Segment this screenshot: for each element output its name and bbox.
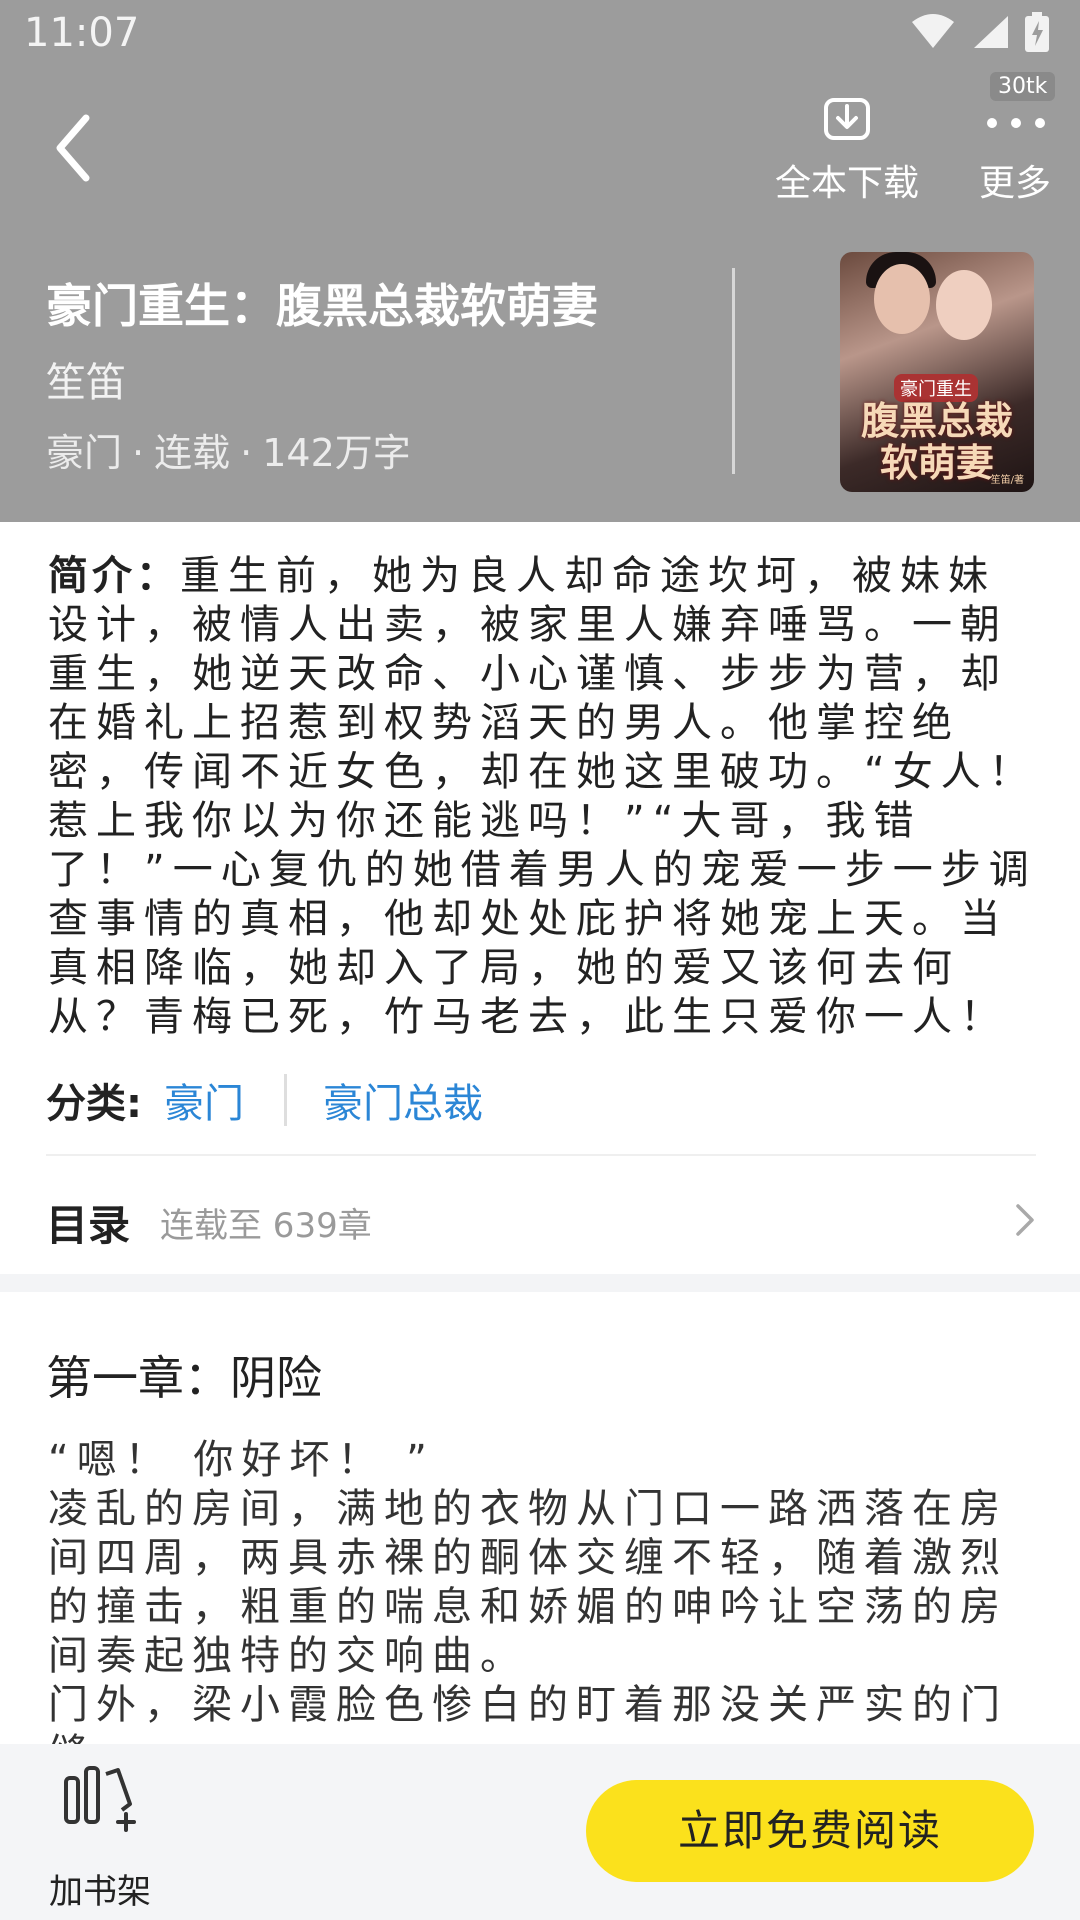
book-word-count: 142万字 <box>262 431 411 475</box>
summary-text: 重生前，她为良人却命途坎坷，被妹妹设计，被情人出卖，被家里人嫌弃唾骂。一朝重生，… <box>48 553 1037 1040</box>
book-genre: 豪门 <box>46 431 123 475</box>
more-dots-icon <box>986 114 1046 133</box>
book-author[interactable]: 笙笛 <box>46 350 126 408</box>
battery-charging-icon <box>1024 12 1050 56</box>
summary-label: 简介： <box>48 553 180 599</box>
toc-status: 连载至 639章 <box>160 1206 372 1246</box>
bookshelf-add-icon <box>60 1764 140 1840</box>
book-title: 豪门重生：腹黑总裁软萌妻 <box>46 279 598 333</box>
chevron-right-icon <box>1014 1202 1036 1242</box>
add-to-shelf-button[interactable]: 加书架 <box>40 1764 160 1912</box>
book-meta: 豪门 · 连载 · 142万字 <box>46 422 411 477</box>
more-label: 更多 <box>978 163 1051 204</box>
category-label: 分类: <box>46 1081 142 1127</box>
read-free-now-button[interactable]: 立即免费阅读 <box>586 1780 1034 1882</box>
chevron-left-icon <box>40 114 110 192</box>
back-button[interactable] <box>40 108 110 188</box>
category-row: 分类: 豪门 豪门总裁 <box>46 1070 483 1130</box>
chapter-title: 第一章：阴险 <box>46 1351 322 1405</box>
category-separator <box>284 1074 287 1126</box>
chapter-paragraph: 凌乱的房间，满地的衣物从门口一路洒落在房间四周，两具赤裸的酮体交缠不轻，随着激烈… <box>48 1486 1008 1679</box>
toc-label: 目录 <box>46 1201 131 1250</box>
section-divider <box>46 1154 1036 1156</box>
chapter-paragraph: 门外，梁小霞脸色惨白的盯着那没关严实的门缝， <box>48 1682 1008 1744</box>
book-summary[interactable]: 简介：重生前，她为良人却命途坎坷，被妹妹设计，被情人出卖，被家里人嫌弃唾骂。一朝… <box>48 552 1038 1042</box>
bottom-action-bar: 加书架 立即免费阅读 <box>0 1744 1080 1920</box>
category-tag[interactable]: 豪门 <box>164 1071 244 1129</box>
more-button[interactable]: 更多 <box>970 96 1060 206</box>
cover-art <box>874 264 930 334</box>
cover-author: 笙笛/著 <box>990 475 1024 486</box>
category-tag[interactable]: 豪门总裁 <box>323 1071 483 1129</box>
download-icon <box>822 96 872 146</box>
download-all-label: 全本下载 <box>774 163 919 204</box>
section-separator-band <box>0 1274 1080 1292</box>
chapter-paragraph: “嗯！ 你好坏！ ” <box>48 1437 435 1483</box>
book-status: 连载 <box>154 431 231 475</box>
header-divider <box>732 268 735 474</box>
wifi-icon <box>910 14 956 54</box>
status-icons <box>910 12 1050 56</box>
cover-art <box>936 270 992 340</box>
status-time: 11:07 <box>24 10 140 56</box>
book-cover[interactable]: 豪门重生 腹黑总裁软萌妻 笙笛/著 <box>840 252 1034 492</box>
meta-separator: · <box>240 431 253 475</box>
book-header: 11:07 全本下载 30tk 更多 豪门重生：腹黑总裁软萌妻 笙笛 豪门 · 连载… <box>0 0 1080 522</box>
signal-icon <box>970 14 1010 54</box>
chapter-preview-text: “嗯！ 你好坏！ ” 凌乱的房间，满地的衣物从门口一路洒落在房间四周，两具赤裸的… <box>48 1436 1038 1744</box>
table-of-contents-row[interactable]: 目录 连载至 639章 <box>46 1186 1036 1252</box>
add-to-shelf-label: 加书架 <box>49 1872 151 1912</box>
meta-separator: · <box>132 431 145 475</box>
download-all-button[interactable]: 全本下载 <box>772 96 922 206</box>
